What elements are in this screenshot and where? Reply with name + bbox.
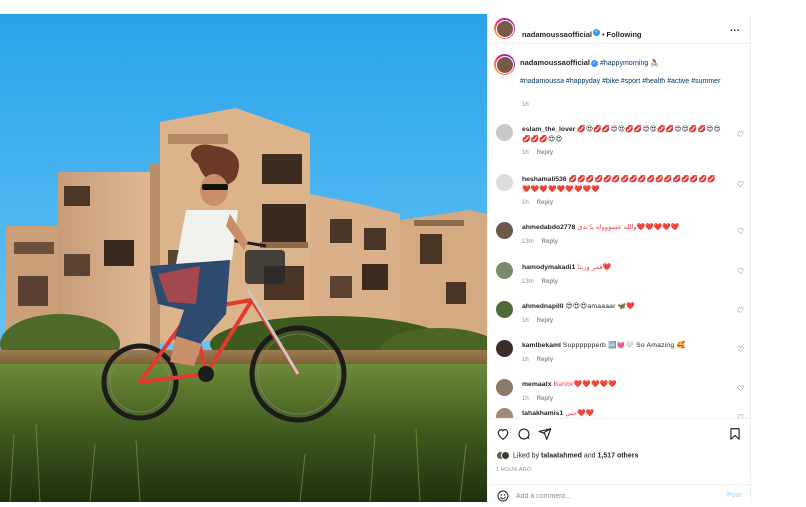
comment-body: Supppppperb 🆒💓🤍 So Amazing 🥰 [562,342,686,349]
comment-body: 😍😍😍amaaaar 🦋❤️ [565,303,636,310]
post-actions: Liked by talaatahmed and 1,517 others 1 … [488,418,750,502]
comment-text: hamodymakadi1 قمر وربنا❤️ [522,263,722,273]
heart-icon[interactable]: ♡ [737,130,744,139]
add-comment-row: Post [488,484,750,507]
post-comment-button[interactable]: Post [727,492,742,499]
caption-emoji: 🚴‍♀️ [650,60,659,67]
comment-icon[interactable] [517,427,531,441]
caption-avatar[interactable] [494,54,515,75]
reply-button[interactable]: Reply [537,396,553,402]
caption-time: 1h [522,102,529,108]
likes-summary: Liked by talaatahmed and 1,517 others [496,451,638,460]
like-icon[interactable] [496,427,510,441]
heart-icon[interactable]: ♡ [737,345,744,354]
comment-text: eslam_the_lover 💋😍💋💋😍😍💋💋😍😍💋💋😍😍💋💋😍😍💋💋💋😍😍 [522,125,722,144]
header-username[interactable]: nadamoussaofficial [522,30,592,39]
commenter-avatar[interactable] [496,124,513,141]
comment-text: memaatx Bahbk❤️❤️❤️❤️❤️ [522,380,722,390]
caption-username[interactable]: nadamoussaofficial [520,58,590,67]
commenter-avatar[interactable] [496,379,513,396]
reply-button[interactable]: Reply [537,318,553,324]
comment-body: قمر وربنا❤️ [577,264,612,271]
comment-username[interactable]: ahmednapilll [522,303,564,310]
comment-text: kamlbekaml Supppppperb 🆒💓🤍 So Amazing 🥰 [522,341,722,351]
following-button[interactable]: Following [606,30,641,39]
caption-hashtag[interactable]: #happymorning [600,60,648,67]
save-icon[interactable] [728,427,742,441]
add-comment-input[interactable] [516,490,696,502]
comment-meta: 1h Reply [522,318,553,324]
comment-username[interactable]: memaatx [522,381,551,388]
verified-icon: ✓ [593,29,601,37]
share-icon[interactable] [538,427,552,441]
commenter-avatar[interactable] [496,174,513,191]
comment-username[interactable]: tahakhamis1 [522,410,563,417]
comment-time: 1h [522,200,529,206]
caption-hashtags[interactable]: #nadamoussa #happyday #bike #sport #heal… [520,78,720,85]
post-side-panel: nadamoussaofficial ✓ • Following ... nadamo… [487,14,751,502]
reply-button[interactable]: Reply [537,200,553,206]
reply-button[interactable]: Reply [537,150,553,156]
comment-meta: 1h Reply [522,150,553,156]
comment-text: tahakhamis1 حبي❤️❤️ [522,409,722,418]
post-header: nadamoussaofficial ✓ • Following ... [488,14,750,44]
heart-icon[interactable]: ♡ [737,267,744,276]
liker-avatar [501,451,510,460]
post-image [0,14,487,502]
comment-username[interactable]: ahmedabdo2778 [522,224,575,231]
comment-body: حبي❤️❤️ [565,410,595,417]
reply-button[interactable]: Reply [542,239,558,245]
commenter-avatar[interactable] [496,301,513,318]
heart-icon[interactable]: ♡ [737,180,744,189]
emoji-icon[interactable] [497,490,509,502]
comment-text: ahmedabdo2778 والله عسوووله يا ندي❤️❤️❤️❤… [522,223,722,233]
commenter-avatar[interactable] [496,340,513,357]
comment-meta: 13m Reply [522,239,558,245]
comment-time: 1h [522,318,529,324]
heart-icon[interactable]: ♡ [737,227,744,236]
likes-conjunction: and [583,452,596,460]
commenter-avatar[interactable] [496,222,513,239]
comment-time: 1h [522,396,529,402]
more-icon[interactable]: ... [730,23,740,34]
comment-username[interactable]: kamlbekaml [522,342,561,349]
post-time: 1 HOUR AGO [496,467,532,473]
post-caption: nadamoussaofficial ✓ #happymorning 🚴‍♀️ #… [520,57,742,87]
comment-username[interactable]: heshamali536 [522,176,567,183]
heart-icon[interactable]: ♡ [737,306,744,315]
comment-meta: 13m Reply [522,279,558,285]
comment-body: Bahbk❤️❤️❤️❤️❤️ [553,381,618,388]
reply-button[interactable]: Reply [537,357,553,363]
comment-time: 1h [522,357,529,363]
reply-button[interactable]: Reply [542,279,558,285]
comment-meta: 1h Reply [522,200,553,206]
comment-meta: 1h Reply [522,396,553,402]
comment-time: 1h [522,150,529,156]
comment-username[interactable]: eslam_the_lover [522,126,575,133]
likes-prefix: Liked by [513,452,540,460]
header-separator: • [602,32,605,39]
author-avatar[interactable] [494,18,515,39]
likes-user[interactable]: talaatahmed [541,452,582,459]
commenter-avatar[interactable] [496,408,513,418]
comment-body: والله عسوووله يا ندي❤️❤️❤️❤️❤️ [577,224,680,231]
comment-time: 13m [522,239,534,245]
likes-others[interactable]: 1,517 others [597,452,638,459]
post-photo[interactable] [0,14,487,502]
verified-icon: ✓ [591,59,599,67]
comment-username[interactable]: hamodymakadi1 [522,264,575,271]
comment-text: heshamali536 💋💋💋💋💋💋💋💋💋💋💋💋💋💋💋💋💋❤️❤️❤️❤️❤️❤… [522,175,722,194]
comment-meta: 1h Reply [522,357,553,363]
heart-icon[interactable]: ♡ [737,384,744,393]
header-author-line: nadamoussaofficial ✓ • Following [522,24,641,42]
comment-time: 13m [522,279,534,285]
comments-scroll-area[interactable]: nadamoussaofficial ✓ #happymorning 🚴‍♀️ #… [488,44,750,418]
commenter-avatar[interactable] [496,262,513,279]
comment-text: ahmednapilll 😍😍😍amaaaar 🦋❤️ [522,302,722,312]
